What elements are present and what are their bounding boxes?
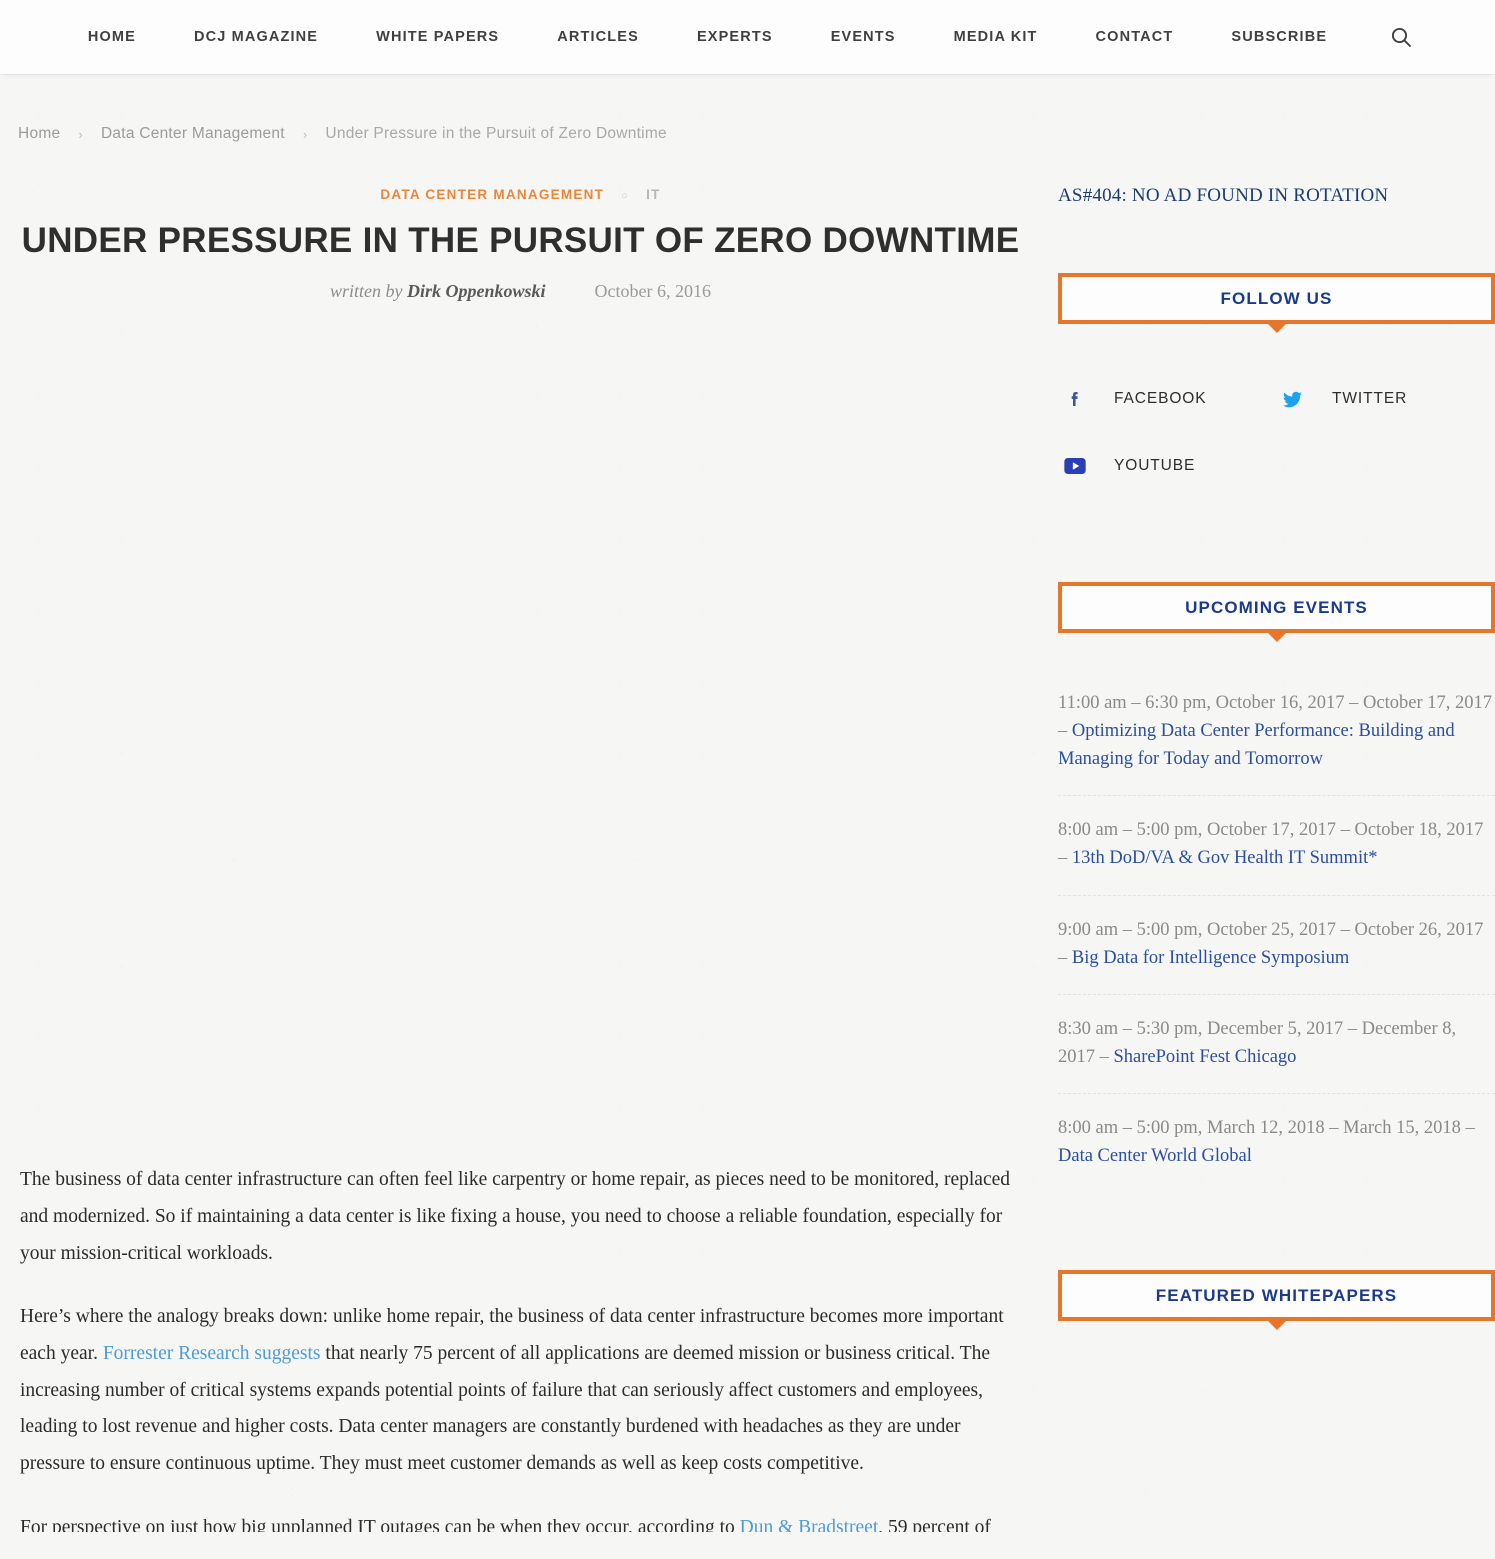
event-item: 8:00 am – 5:00 pm, March 12, 2018 – Marc… <box>1058 1092 1495 1192</box>
breadcrumb: Home › Data Center Management › Under Pr… <box>0 74 1495 143</box>
article-categories: DATA CENTER MANAGEMENT ○ IT <box>18 187 1023 202</box>
social-link-label: TWITTER <box>1332 390 1408 407</box>
social-row: FACEBOOK TWITTER <box>1058 382 1495 449</box>
written-by-label: written by <box>330 281 403 302</box>
event-item: 8:30 am – 5:30 pm, December 5, 2017 – De… <box>1058 993 1495 1093</box>
breadcrumb-separator-icon: › <box>78 126 83 142</box>
nav-dcj-magazine[interactable]: DCJ MAGAZINE <box>165 29 347 45</box>
event-item: 9:00 am – 5:00 pm, October 25, 2017 – Oc… <box>1058 894 1495 994</box>
social-links: FACEBOOK TWITTER YOUTUBE <box>1058 382 1495 516</box>
twitter-icon <box>1276 382 1310 416</box>
nav-media-kit[interactable]: MEDIA KIT <box>925 29 1067 45</box>
page-title: UNDER PRESSURE IN THE PURSUIT OF ZERO DO… <box>21 221 1020 260</box>
upcoming-events-heading: UPCOMING EVENTS <box>1058 582 1495 633</box>
youtube-icon <box>1058 449 1092 483</box>
follow-us-heading-label: FOLLOW US <box>1220 288 1333 308</box>
article-body: The business of data center infrastructu… <box>18 1162 1023 1531</box>
facebook-icon <box>1058 382 1092 416</box>
featured-whitepapers-panel: FEATURED WHITEPAPERS <box>1058 1270 1495 1322</box>
article-category-primary[interactable]: DATA CENTER MANAGEMENT <box>380 187 604 202</box>
primary-navigation: HOME DCJ MAGAZINE WHITE PAPERS ARTICLES EXPE… <box>59 29 1356 45</box>
article-text: The business of data center infrastructu… <box>20 1169 1011 1264</box>
search-icon[interactable] <box>1356 26 1436 48</box>
event-title-link[interactable]: Optimizing Data Center Performance: Buil… <box>1058 721 1455 769</box>
events-list: 11:00 am – 6:30 pm, October 16, 2017 – O… <box>1058 669 1495 1192</box>
featured-whitepapers-heading: FEATURED WHITEPAPERS <box>1058 1270 1495 1322</box>
nav-subscribe[interactable]: SUBSCRIBE <box>1202 29 1356 45</box>
event-title-link[interactable]: SharePoint Fest Chicago <box>1114 1047 1297 1067</box>
social-link-twitter[interactable]: TWITTER <box>1276 382 1494 416</box>
nav-experts[interactable]: EXPERTS <box>668 29 802 45</box>
event-title-link[interactable]: 13th DoD/VA & Gov Health IT Summit* <box>1072 848 1378 868</box>
ad-rotation-notice: AS#404: NO AD FOUND IN ROTATION <box>1058 185 1389 206</box>
article-inline-link[interactable]: Forrester Research suggests <box>103 1343 321 1364</box>
article-text: For perspective on just how big unplanne… <box>20 1516 740 1532</box>
event-title-link[interactable]: Data Center World Global <box>1058 1146 1252 1166</box>
category-divider-icon: ○ <box>621 190 630 202</box>
article-inline-link[interactable]: Dun & Bradstreet <box>740 1517 879 1532</box>
social-link-facebook[interactable]: FACEBOOK <box>1058 382 1276 416</box>
article-category-secondary[interactable]: IT <box>646 187 661 202</box>
article-author[interactable]: Dirk Oppenkowski <box>407 281 546 301</box>
social-link-label: FACEBOOK <box>1114 390 1207 407</box>
breadcrumb-current: Under Pressure in the Pursuit of Zero Do… <box>325 125 667 142</box>
nav-home[interactable]: HOME <box>59 29 165 45</box>
article-text: , 59 percent of <box>878 1516 991 1532</box>
event-item: 8:00 am – 5:00 pm, October 17, 2017 – Oc… <box>1058 795 1495 894</box>
sidebar: AS#404: NO AD FOUND IN ROTATION FOLLOW U… <box>1058 143 1495 1559</box>
breadcrumb-separator-icon: › <box>302 126 308 142</box>
event-datetime: 8:00 am – 5:00 pm, March 12, 2018 – Marc… <box>1058 1117 1475 1138</box>
breadcrumb-home[interactable]: Home <box>18 125 60 143</box>
page-layout: DATA CENTER MANAGEMENT ○ IT UNDER PRESSU… <box>0 143 1495 1559</box>
article-paragraph: The business of data center infrastructu… <box>20 1162 1021 1272</box>
upcoming-events-panel: UPCOMING EVENTS 11:00 am – 6:30 pm, Octo… <box>1058 582 1495 1192</box>
follow-us-heading: FOLLOW US <box>1058 273 1495 324</box>
follow-us-panel: FOLLOW US FACEBOOK TWITTER YOUTUBE <box>1058 273 1495 516</box>
article-paragraph: For perspective on just how big unplanne… <box>20 1510 1021 1532</box>
breadcrumb-category[interactable]: Data Center Management <box>101 125 285 143</box>
social-link-youtube[interactable]: YOUTUBE <box>1058 449 1276 483</box>
site-header: HOME DCJ MAGAZINE WHITE PAPERS ARTICLES EXPE… <box>0 0 1495 74</box>
social-link-label: YOUTUBE <box>1114 457 1196 474</box>
event-title-link[interactable]: Big Data for Intelligence Symposium <box>1072 948 1349 968</box>
article-hero-placeholder <box>18 302 1023 1162</box>
nav-events[interactable]: EVENTS <box>802 29 925 45</box>
featured-whitepapers-heading-label: FEATURED WHITEPAPERS <box>1155 1285 1398 1305</box>
upcoming-events-heading-label: UPCOMING EVENTS <box>1185 597 1368 617</box>
event-item: 11:00 am – 6:30 pm, October 16, 2017 – O… <box>1058 669 1495 795</box>
article-byline: written by Dirk Oppenkowski October 6, 2… <box>18 281 1023 302</box>
article-main: DATA CENTER MANAGEMENT ○ IT UNDER PRESSU… <box>18 143 1023 1559</box>
article-paragraph: Here’s where the analogy breaks down: un… <box>20 1299 1021 1482</box>
nav-white-papers[interactable]: WHITE PAPERS <box>347 29 528 45</box>
nav-articles[interactable]: ARTICLES <box>528 29 668 45</box>
article-date: October 6, 2016 <box>594 281 711 302</box>
nav-contact[interactable]: CONTACT <box>1067 29 1203 45</box>
social-row: YOUTUBE <box>1058 449 1495 516</box>
